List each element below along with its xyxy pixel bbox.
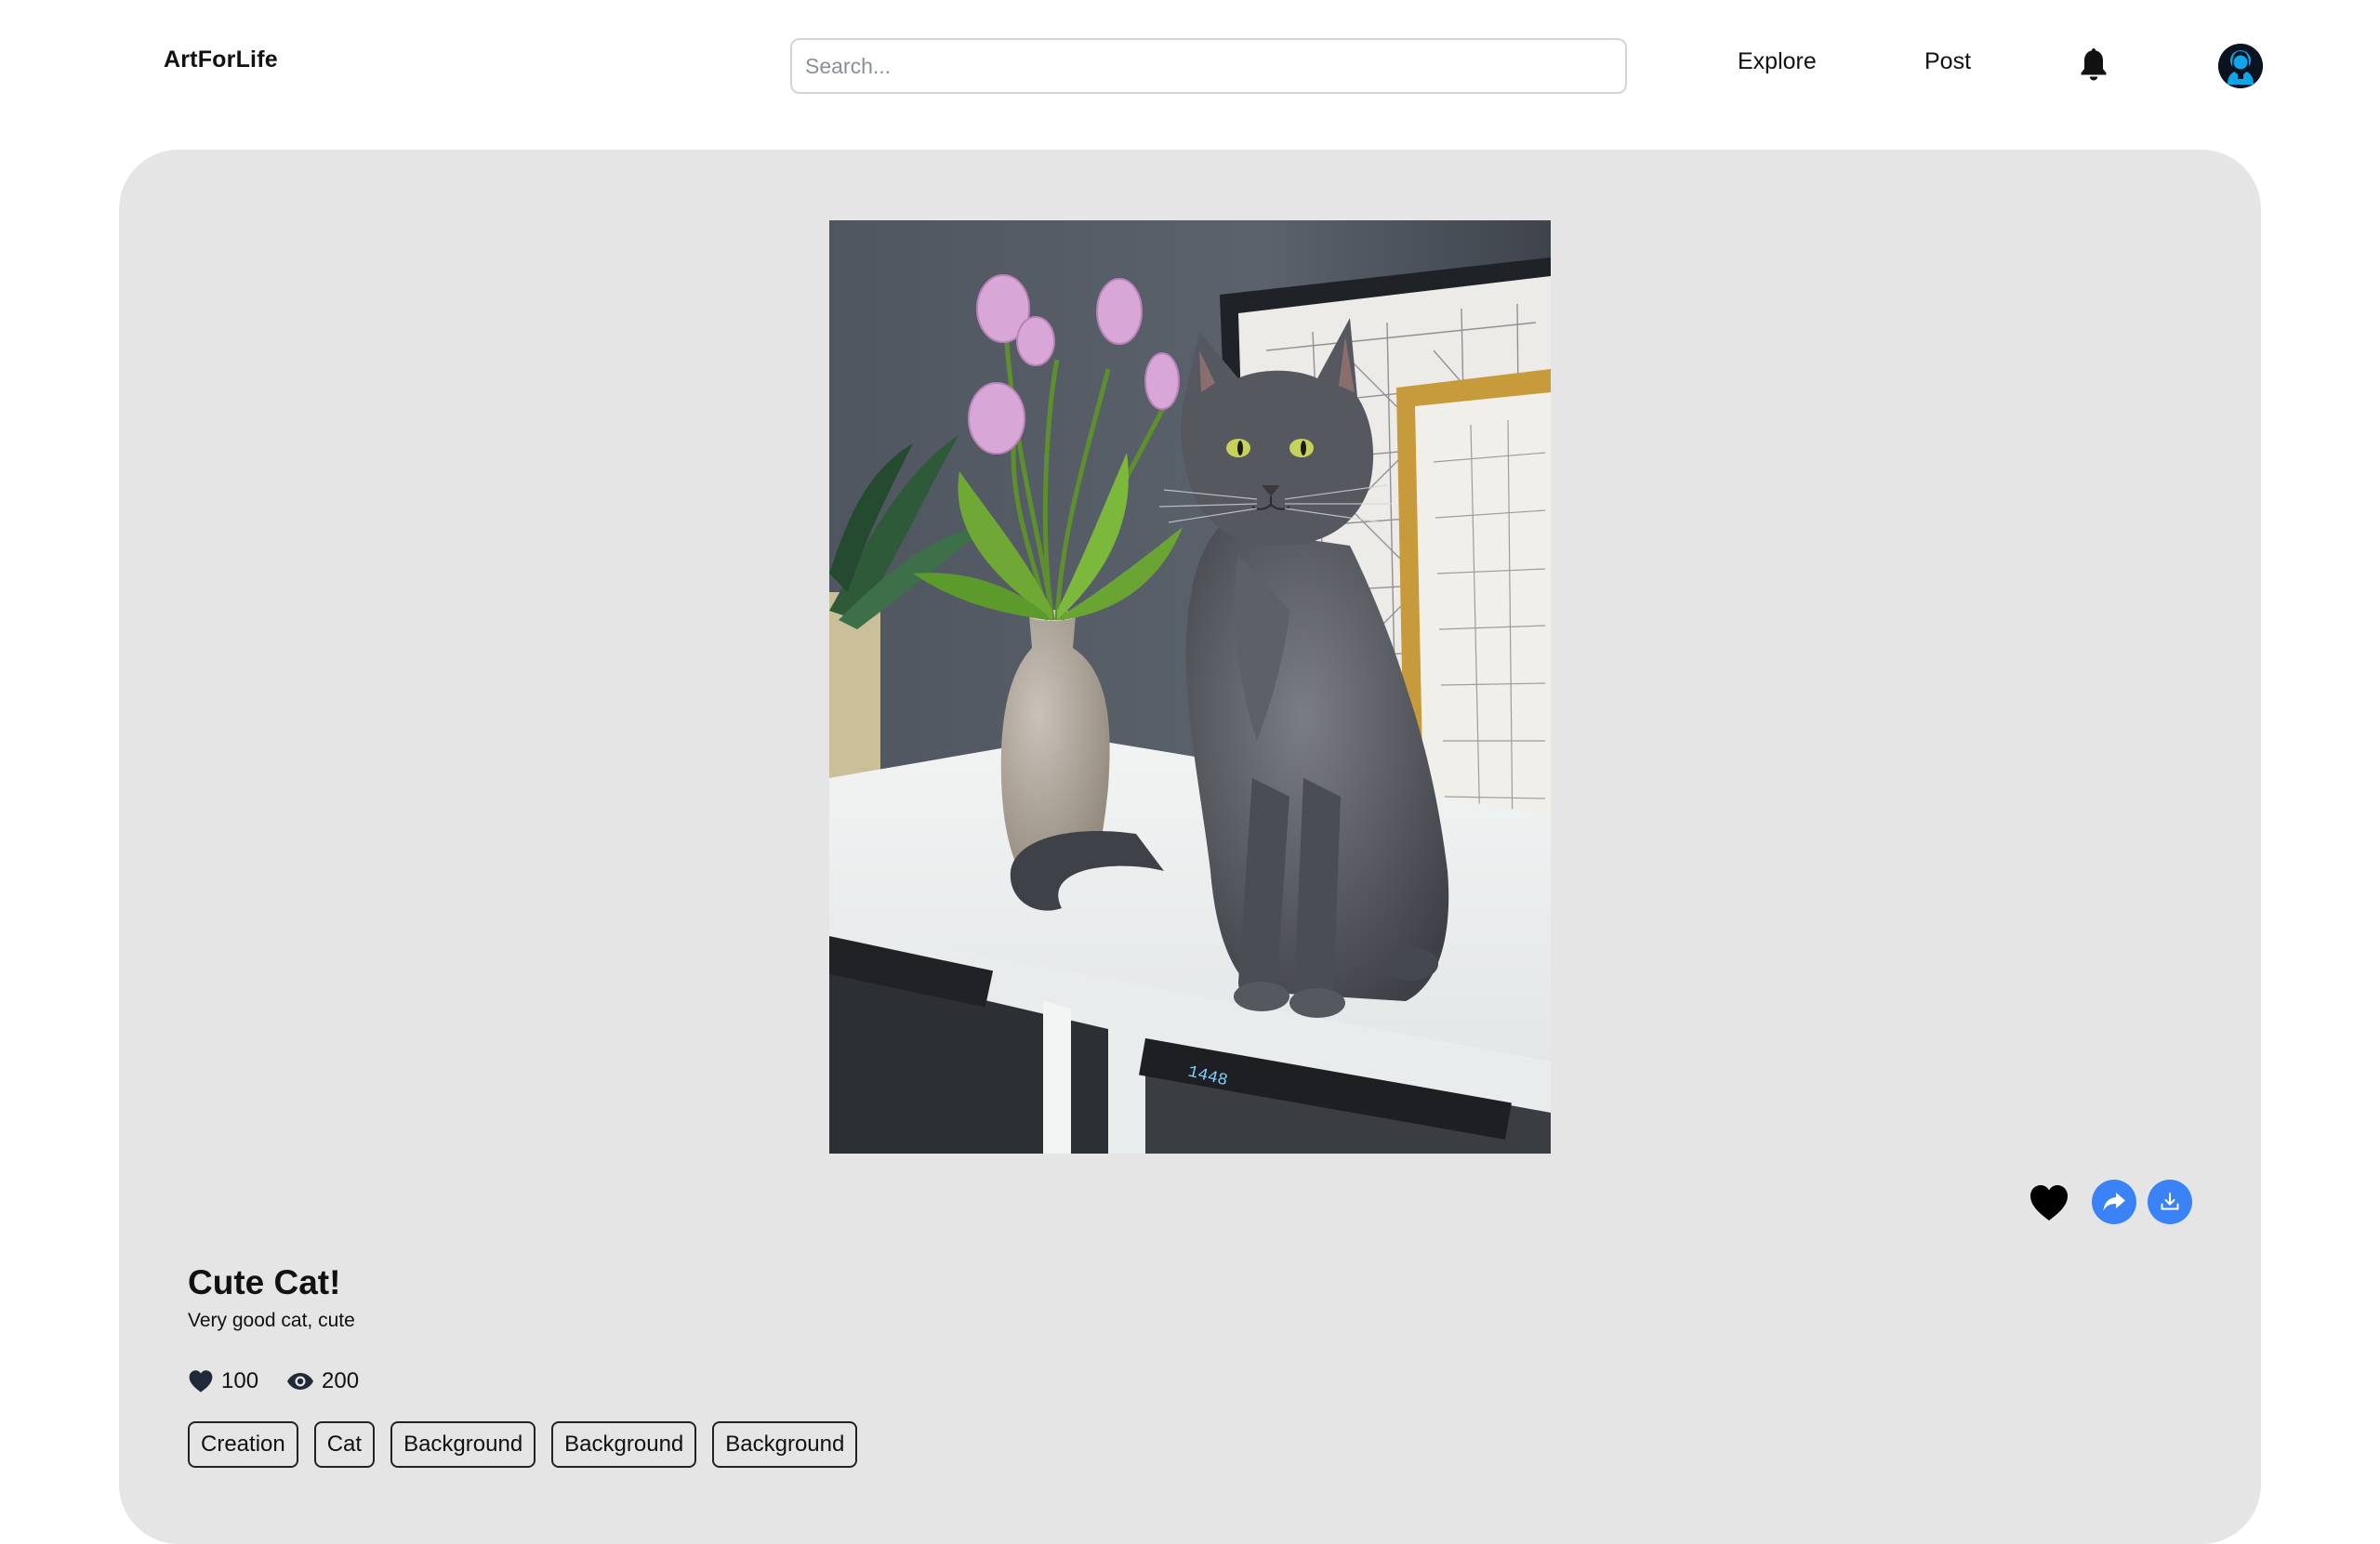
user-avatar-icon[interactable] bbox=[2218, 44, 2263, 88]
likes-stat: 100 bbox=[188, 1368, 258, 1394]
views-count: 200 bbox=[322, 1368, 360, 1393]
post-image[interactable]: 1448 bbox=[829, 220, 1551, 1154]
site-logo[interactable]: ArtForLife bbox=[164, 46, 278, 73]
post-stats: 100 200 bbox=[188, 1366, 387, 1397]
tag-background[interactable]: Background bbox=[712, 1421, 858, 1468]
views-stat: 200 bbox=[286, 1368, 359, 1394]
search-input[interactable] bbox=[790, 38, 1627, 94]
tag-cat[interactable]: Cat bbox=[313, 1421, 376, 1468]
nav-link-explore[interactable]: Explore bbox=[1738, 48, 1817, 75]
bell-icon[interactable] bbox=[2079, 46, 2109, 82]
share-button[interactable] bbox=[2092, 1180, 2136, 1224]
download-button[interactable] bbox=[2148, 1180, 2192, 1224]
tag-background[interactable]: Background bbox=[551, 1421, 697, 1468]
post-card: 1448 Cute Cat! Very good cat, cute 100 2… bbox=[119, 150, 2261, 1544]
nav-link-post[interactable]: Post bbox=[1924, 48, 1971, 75]
post-description: Very good cat, cute bbox=[188, 1310, 355, 1331]
heart-icon bbox=[189, 1370, 213, 1392]
share-icon bbox=[2103, 1193, 2125, 1211]
download-icon bbox=[2161, 1193, 2179, 1210]
eye-icon bbox=[287, 1373, 314, 1390]
heart-icon[interactable] bbox=[2029, 1183, 2069, 1222]
tag-background[interactable]: Background bbox=[390, 1421, 536, 1468]
tag-creation[interactable]: Creation bbox=[188, 1421, 298, 1468]
post-title: Cute Cat! bbox=[188, 1263, 341, 1301]
likes-count: 100 bbox=[221, 1368, 259, 1393]
top-navbar: ArtForLife Explore Post bbox=[0, 0, 2380, 139]
tag-list: Creation Cat Background Background Backg… bbox=[188, 1421, 873, 1468]
